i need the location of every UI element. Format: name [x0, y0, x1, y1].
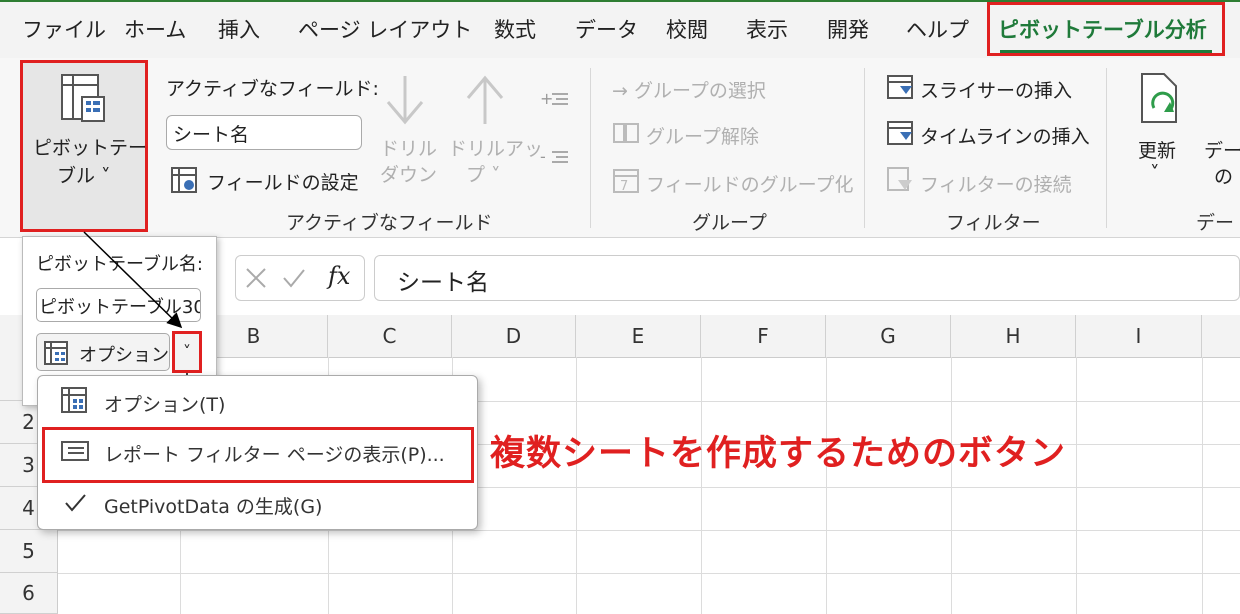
annotation-callout: 複数シートを作成するためのボタン — [490, 434, 1067, 474]
options-menu-icon — [61, 387, 87, 413]
check-icon — [65, 494, 86, 512]
report-filter-highlight-box — [42, 427, 474, 483]
menu-item-getpivotdata[interactable]: GetPivotData の生成(G) — [104, 492, 322, 519]
menu-item-options[interactable]: オプション(T) — [104, 390, 225, 417]
